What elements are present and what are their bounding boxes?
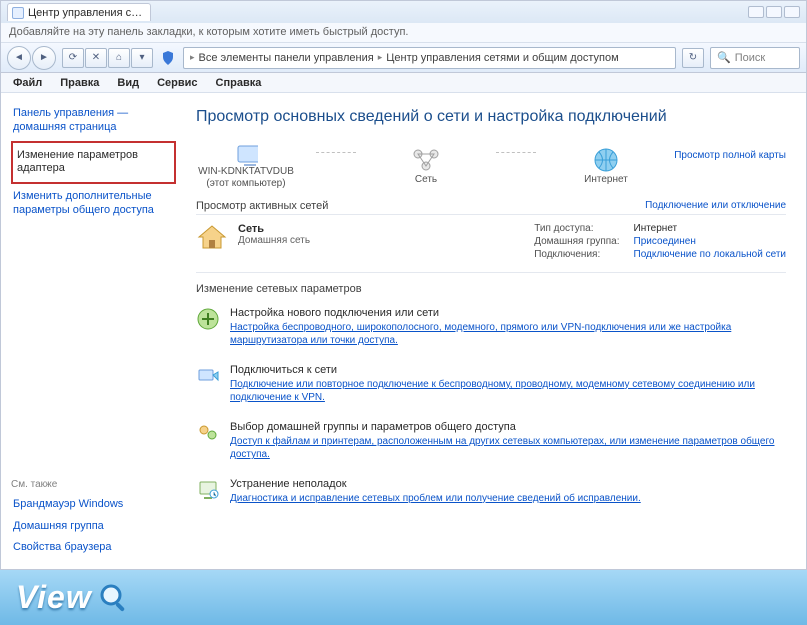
full-map-link[interactable]: Просмотр полной карты: [674, 150, 786, 161]
sidebar-browser-props[interactable]: Свойства браузера: [11, 537, 176, 559]
favicon-icon: [12, 7, 24, 19]
search-icon: 🔍: [717, 51, 731, 64]
breadcrumb-part: Все элементы панели управления: [199, 52, 374, 64]
main-panel: Просмотр основных сведений о сети и наст…: [176, 93, 806, 569]
active-network-row: Сеть Домашняя сеть Тип доступа: Интернет…: [196, 215, 786, 273]
node-sublabel: (этот компьютер): [206, 178, 285, 190]
detail-key: Тип доступа:: [534, 223, 619, 234]
window-controls: [748, 6, 800, 18]
sidebar-see-also-label: См. также: [11, 479, 176, 490]
task-troubleshoot[interactable]: Устранение неполадок Диагностика и испра…: [196, 472, 786, 516]
connection-link[interactable]: Подключение по локальной сети: [634, 249, 787, 260]
task-desc: Доступ к файлам и принтерам, расположенн…: [230, 435, 786, 462]
active-networks-title: Просмотр активных сетей: [196, 200, 328, 212]
tab-title: Центр управления с…: [28, 7, 142, 19]
sidebar-adapter-settings[interactable]: Изменение параметров адаптера: [11, 141, 176, 185]
sidebar-homegroup[interactable]: Домашняя группа: [11, 516, 176, 538]
connect-disconnect-link[interactable]: Подключение или отключение: [645, 200, 786, 211]
connection-line: [316, 152, 356, 154]
sidebar-firewall[interactable]: Брандмауэр Windows: [11, 494, 176, 516]
task-desc: Диагностика и исправление сетевых пробле…: [230, 492, 641, 506]
sidebar-home[interactable]: Панель управления — домашняя страница: [11, 103, 176, 139]
browser-tab[interactable]: Центр управления с…: [7, 3, 151, 21]
wizard-icon: [196, 307, 220, 331]
node-this-pc: WIN-KDNKTATVDUB (этот компьютер): [196, 142, 296, 190]
node-label: Интернет: [584, 174, 628, 186]
magnifier-icon: [98, 582, 130, 614]
task-desc: Подключение или повторное подключение к …: [230, 378, 786, 405]
sidebar: Панель управления — домашняя страница Из…: [1, 93, 176, 569]
navbar: ◄ ► ⟳ ✕ ⌂ ▾ ▸ Все элементы панели управл…: [1, 43, 806, 73]
brand-text: View: [16, 579, 92, 616]
app-window: Центр управления с… Добавляйте на эту па…: [0, 0, 807, 570]
maximize-button[interactable]: [766, 6, 782, 18]
reload-button[interactable]: ⟳: [62, 48, 84, 68]
task-homegroup[interactable]: Выбор домашней группы и параметров общег…: [196, 415, 786, 472]
sidebar-sharing-settings[interactable]: Изменить дополнительные параметры общего…: [11, 186, 176, 222]
node-internet: Интернет: [556, 146, 656, 186]
network-map: WIN-KDNKTATVDUB (этот компьютер) Сеть Ин…: [196, 142, 786, 190]
close-button[interactable]: [784, 6, 800, 18]
menu-button[interactable]: ▾: [131, 48, 153, 68]
breadcrumb-part: Центр управления сетями и общим доступом: [386, 52, 618, 64]
minimize-button[interactable]: [748, 6, 764, 18]
network-details: Тип доступа: Интернет Домашняя группа: П…: [534, 223, 786, 260]
menu-help[interactable]: Справка: [208, 75, 270, 91]
search-placeholder: Поиск: [735, 52, 765, 64]
task-desc: Настройка беспроводного, широкополосного…: [230, 321, 786, 348]
nav-forward-button[interactable]: ►: [32, 46, 56, 70]
titlebar: Центр управления с…: [1, 1, 806, 23]
refresh-button[interactable]: ↻: [682, 48, 704, 68]
task-title: Выбор домашней группы и параметров общег…: [230, 421, 786, 433]
menu-view[interactable]: Вид: [109, 75, 147, 91]
homegroup-icon: [196, 421, 220, 445]
change-settings-title: Изменение сетевых параметров: [196, 283, 786, 295]
network-name: Сеть: [238, 223, 310, 235]
menu-edit[interactable]: Правка: [52, 75, 107, 91]
footer-brand: View: [0, 570, 807, 625]
task-title: Устранение неполадок: [230, 478, 641, 490]
nav-back-button[interactable]: ◄: [7, 46, 31, 70]
stop-button[interactable]: ✕: [85, 48, 107, 68]
node-label: WIN-KDNKTATVDUB: [198, 166, 294, 178]
task-title: Подключиться к сети: [230, 364, 786, 376]
connect-icon: [196, 364, 220, 388]
node-network: Сеть: [376, 146, 476, 186]
node-label: Сеть: [415, 174, 437, 186]
task-new-connection[interactable]: Настройка нового подключения или сети На…: [196, 301, 786, 358]
house-icon: [196, 223, 228, 251]
detail-key: Домашняя группа:: [534, 236, 619, 247]
home-button[interactable]: ⌂: [108, 48, 130, 68]
globe-icon: [590, 146, 622, 174]
homegroup-link[interactable]: Присоединен: [634, 236, 787, 247]
network-icon: [410, 146, 442, 174]
network-type[interactable]: Домашняя сеть: [238, 235, 310, 246]
connection-line: [496, 152, 536, 154]
computer-icon: [234, 142, 258, 166]
task-connect-network[interactable]: Подключиться к сети Подключение или повт…: [196, 358, 786, 415]
menu-tools[interactable]: Сервис: [149, 75, 205, 91]
address-breadcrumb[interactable]: ▸ Все элементы панели управления ▸ Центр…: [183, 47, 676, 69]
page-title: Просмотр основных сведений о сети и наст…: [196, 107, 786, 128]
search-input[interactable]: 🔍 Поиск: [710, 47, 800, 69]
menubar: Файл Правка Вид Сервис Справка: [1, 73, 806, 93]
shield-icon: [159, 49, 177, 67]
bookmark-bar-hint: Добавляйте на эту панель закладки, к кот…: [1, 23, 806, 43]
troubleshoot-icon: [196, 478, 220, 502]
detail-key: Подключения:: [534, 249, 619, 260]
task-title: Настройка нового подключения или сети: [230, 307, 786, 319]
menu-file[interactable]: Файл: [5, 75, 50, 91]
content-area: Панель управления — домашняя страница Из…: [1, 93, 806, 569]
detail-value: Интернет: [634, 223, 787, 234]
